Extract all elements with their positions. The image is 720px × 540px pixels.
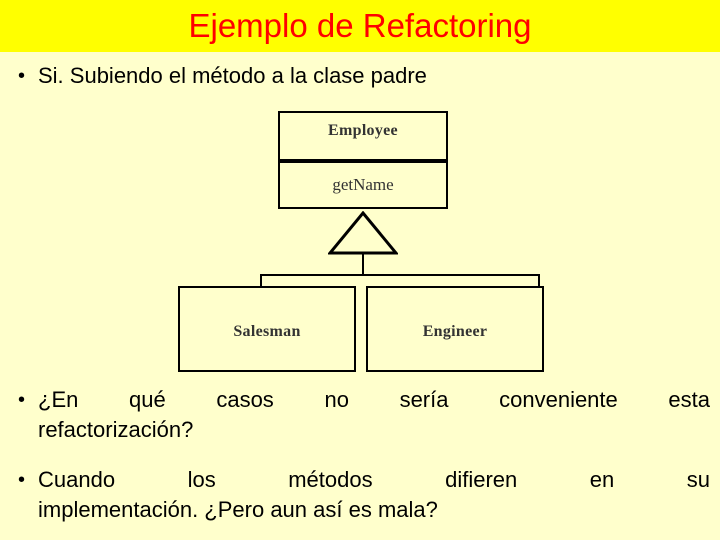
generalization-crossbar: [260, 274, 540, 276]
bullet-text-3-line-2: implementación. ¿Pero aun así es mala?: [38, 497, 438, 522]
engineer-class-name: Engineer: [422, 323, 488, 340]
bullet-item-3: • Cuando los métodos difieren en su impl…: [18, 465, 710, 525]
generalization-arrow-icon: [328, 211, 398, 255]
bullet-text-2: ¿En qué casos no sería conveniente esta …: [38, 385, 710, 445]
bullet-text-2-line-1: ¿En qué casos no sería conveniente esta: [38, 387, 710, 412]
page-title: Ejemplo de Refactoring: [188, 7, 532, 44]
salesman-class-name: Salesman: [233, 323, 301, 340]
bullet-text-3: Cuando los métodos difieren en su implem…: [38, 465, 710, 525]
employee-class-name: Employee: [328, 122, 398, 139]
bullet-text-2-line-2: refactorización?: [38, 417, 194, 442]
employee-method-getname: getName: [332, 175, 394, 194]
bullet-item-1: • Si. Subiendo el método a la clase padr…: [18, 61, 708, 91]
bullet-text-3-line-1: Cuando los métodos difieren en su: [38, 467, 710, 492]
bullet-item-2: • ¿En qué casos no sería conveniente est…: [18, 385, 710, 445]
bullet-marker-icon: •: [18, 65, 26, 87]
generalization-stem: [362, 254, 364, 275]
uml-class-diagram: Employee getName Salesman Engineer: [170, 105, 560, 380]
bullet-marker-icon: •: [18, 389, 26, 411]
bullet-text-1: Si. Subiendo el método a la clase padre: [38, 63, 427, 88]
bullet-marker-icon: •: [18, 469, 26, 491]
slide: Ejemplo de Refactoring • Si. Subiendo el…: [0, 0, 720, 540]
